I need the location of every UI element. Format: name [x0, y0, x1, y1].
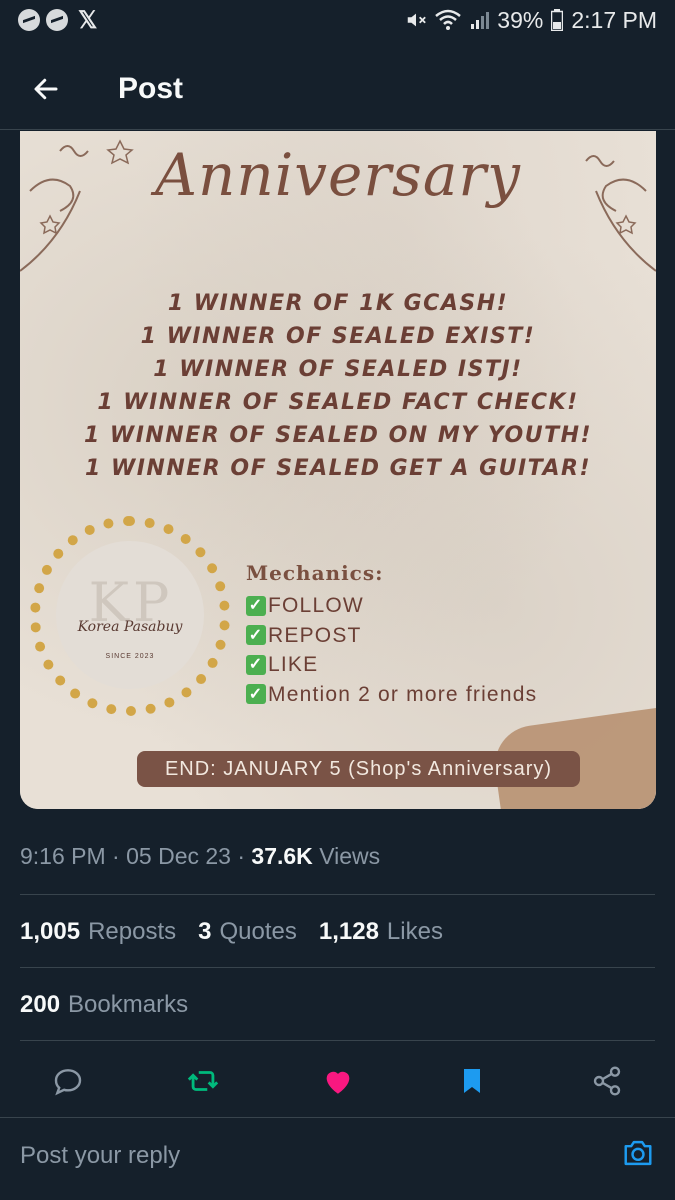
checkmark-icon: ✓ [246, 654, 266, 675]
quotes-label: Quotes [219, 918, 297, 945]
mechanics-item-label: FOLLOW [268, 594, 364, 617]
signal-icon [471, 12, 490, 29]
mechanics-item-label: REPOST [268, 623, 362, 647]
heart-icon [326, 1071, 349, 1094]
repost-icon [187, 1071, 218, 1091]
status-left: 𝕏 [18, 6, 97, 35]
back-button[interactable] [20, 63, 72, 115]
likes-stat[interactable]: 1,128 Likes [319, 918, 443, 946]
clock: 2:17 PM [571, 6, 657, 33]
camera-icon [624, 1140, 652, 1166]
reply-input[interactable]: Post your reply [20, 1142, 180, 1170]
checkmark-icon: ✓ [246, 625, 266, 646]
post-meta: 9:16 PM · 05 Dec 23 · 37.6K Views [20, 843, 380, 870]
wifi-icon [435, 9, 462, 30]
reposts-count: 1,005 [20, 918, 81, 945]
reply-button[interactable] [50, 1063, 86, 1099]
mute-icon [408, 13, 427, 27]
bookmark-icon [464, 1069, 481, 1093]
status-bar: 𝕏 39% 2:17 PM [0, 0, 675, 40]
bookmarks-label: Bookmarks [68, 991, 189, 1018]
bookmarks-stat[interactable]: 200 Bookmarks [20, 991, 188, 1019]
reposts-label: Reposts [88, 918, 177, 945]
page-title: Post [118, 71, 184, 105]
repost-button[interactable] [185, 1063, 221, 1099]
anniversary-title: Anniversary [155, 141, 521, 209]
quotes-count: 3 [198, 918, 212, 945]
post-time: 9:16 PM [20, 843, 106, 869]
mechanics-title: Mechanics: [246, 561, 384, 585]
mechanics-item: ✓ FOLLOW [246, 591, 537, 621]
winner-line: 1 WINNER OF SEALED FACT CHECK! [97, 390, 579, 415]
winner-line: 1 WINNER OF 1K GCASH! [167, 291, 509, 316]
likes-count: 1,128 [318, 918, 379, 945]
meta-separator: · [112, 843, 127, 869]
battery-icon [551, 9, 564, 31]
camera-button[interactable] [621, 1138, 655, 1173]
meta-separator: · [237, 843, 252, 869]
divider [20, 967, 655, 968]
brand-name: Korea Pasabuy [77, 619, 183, 635]
post-image[interactable]: Anniversary 1 WINNER OF 1K GCASH! 1 WINN… [20, 131, 656, 809]
action-bar [0, 1056, 675, 1106]
winner-line: 1 WINNER OF SEALED ISTJ! [153, 357, 523, 382]
x-logo-icon: 𝕏 [78, 6, 98, 34]
battery-percent: 39% [497, 6, 544, 33]
back-arrow-icon [34, 78, 58, 99]
checkmark-icon: ✓ [246, 684, 266, 705]
bookmark-button[interactable] [454, 1063, 490, 1099]
bookmarks-count: 200 [20, 991, 61, 1018]
reply-bar: Post your reply [0, 1117, 675, 1193]
share-icon [593, 1066, 621, 1096]
checkmark-icon: ✓ [246, 595, 266, 616]
winner-line: 1 WINNER OF SEALED EXIST! [140, 324, 536, 349]
reply-icon [54, 1069, 82, 1096]
quotes-stat[interactable]: 3 Quotes [198, 918, 297, 946]
reposts-stat[interactable]: 1,005 Reposts [20, 918, 176, 946]
divider [20, 894, 655, 895]
mechanics-item: ✓ LIKE [246, 650, 537, 680]
mechanics-item: ✓ Mention 2 or more friends [246, 680, 537, 710]
brand-since: SINCE 2023 [105, 653, 155, 660]
engagement-stats: 1,005 Reposts 3 Quotes 1,128 Likes [20, 918, 443, 946]
mechanics-item: ✓ REPOST [246, 621, 537, 651]
winners-list: 1 WINNER OF 1K GCASH! 1 WINNER OF SEALED… [20, 287, 656, 485]
top-bar: Post [0, 48, 675, 130]
mechanics-section: Mechanics: ✓ FOLLOW ✓ REPOST ✓ LIKE ✓ Mentio… [246, 561, 537, 709]
messenger-icon [46, 9, 68, 31]
end-date-banner: END: JANUARY 5 (Shop's Anniversary) [137, 751, 580, 787]
divider [20, 1040, 655, 1041]
post-date: 05 Dec 23 [126, 843, 231, 869]
mechanics-item-label: Mention 2 or more friends [268, 682, 538, 706]
views-label: Views [319, 843, 381, 869]
views-count: 37.6K [251, 843, 313, 869]
winner-line: 1 WINNER OF SEALED GET A GUITAR! [85, 456, 591, 481]
share-button[interactable] [589, 1063, 625, 1099]
mechanics-item-label: LIKE [268, 653, 319, 676]
winner-line: 1 WINNER OF SEALED ON MY YOUTH! [83, 423, 593, 448]
messenger-icon [18, 9, 40, 31]
status-right: 39% 2:17 PM [405, 7, 657, 34]
likes-label: Likes [386, 918, 443, 945]
like-button[interactable] [320, 1063, 356, 1099]
